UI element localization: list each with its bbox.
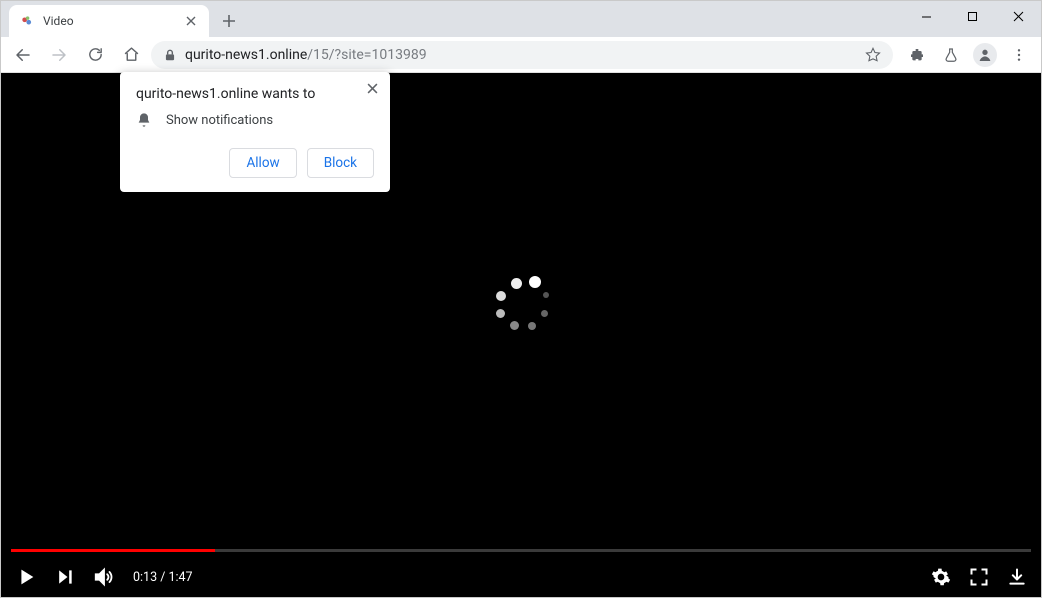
forward-button[interactable] — [43, 39, 75, 71]
labs-icon[interactable] — [935, 39, 967, 71]
maximize-button[interactable] — [949, 1, 995, 31]
minimize-button[interactable] — [903, 1, 949, 31]
video-controls: 0:13 / 1:47 — [1, 549, 1041, 597]
reload-button[interactable] — [79, 39, 111, 71]
loading-spinner-icon — [493, 276, 549, 332]
bookmark-star-icon[interactable] — [865, 47, 881, 63]
bell-icon — [136, 112, 152, 128]
close-window-button[interactable] — [995, 1, 1041, 31]
menu-button[interactable] — [1003, 39, 1035, 71]
next-button[interactable] — [55, 567, 75, 587]
avatar-icon — [973, 43, 997, 67]
settings-button[interactable] — [931, 567, 951, 587]
notification-permission-prompt: qurito-news1.online wants to Show notifi… — [120, 72, 390, 192]
prompt-line: Show notifications — [166, 113, 273, 128]
lock-icon[interactable] — [163, 48, 177, 62]
home-button[interactable] — [115, 39, 147, 71]
url-text: qurito-news1.online/15/?site=1013989 — [185, 47, 427, 63]
block-button[interactable]: Block — [307, 148, 374, 178]
extensions-icon[interactable] — [901, 39, 933, 71]
favicon-icon — [19, 13, 35, 29]
browser-tab[interactable]: Video — [9, 5, 209, 37]
close-tab-icon[interactable] — [183, 13, 199, 29]
progress-bar[interactable] — [11, 549, 1031, 552]
volume-button[interactable] — [93, 566, 115, 588]
prompt-headline: qurito-news1.online wants to — [136, 86, 374, 102]
fullscreen-button[interactable] — [969, 567, 989, 587]
browser-tab-strip: Video — [1, 1, 1041, 37]
new-tab-button[interactable] — [215, 7, 243, 35]
prompt-close-icon[interactable] — [362, 78, 382, 98]
play-button[interactable] — [15, 566, 37, 588]
time-display: 0:13 / 1:47 — [133, 570, 193, 585]
window-controls — [903, 1, 1041, 37]
allow-button[interactable]: Allow — [229, 148, 296, 178]
profile-button[interactable] — [969, 39, 1001, 71]
omnibox[interactable]: qurito-news1.online/15/?site=1013989 — [151, 41, 893, 69]
address-bar: qurito-news1.online/15/?site=1013989 — [1, 37, 1041, 73]
progress-played — [11, 549, 215, 552]
back-button[interactable] — [7, 39, 39, 71]
download-button[interactable] — [1007, 567, 1027, 587]
toolbar-right — [897, 39, 1035, 71]
tab-title: Video — [43, 14, 183, 28]
